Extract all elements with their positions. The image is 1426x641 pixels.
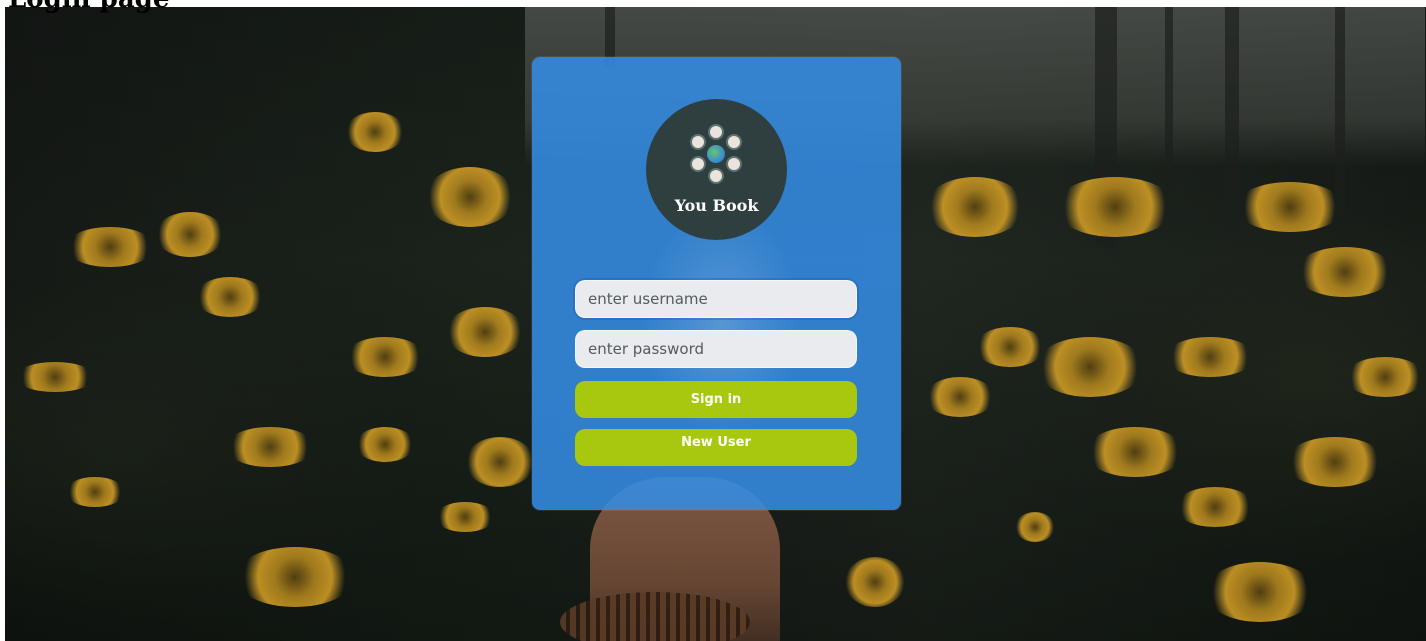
password-input[interactable] [575, 330, 857, 368]
background-flower [1345, 357, 1425, 397]
background-flower [1175, 487, 1255, 527]
background-flower [225, 427, 315, 467]
background-flower [1165, 337, 1255, 377]
page-title: Login page [8, 0, 169, 12]
background-flower [925, 377, 995, 417]
globe-icon [707, 145, 725, 163]
logo-text: You Book [674, 196, 759, 215]
avatar-icon [726, 156, 742, 172]
background-flower [1085, 427, 1185, 477]
avatar-icon [708, 124, 724, 140]
avatar-icon [726, 134, 742, 150]
background-flower [155, 212, 225, 257]
background-flower [845, 557, 905, 607]
background-flower [445, 307, 525, 357]
sign-in-button[interactable]: Sign in [575, 381, 857, 418]
background-flower [345, 337, 425, 377]
background-tree [1165, 7, 1173, 197]
background-flower [425, 167, 515, 227]
background-flower [1055, 177, 1175, 237]
background-flower [1015, 512, 1055, 542]
background-flower [1205, 562, 1315, 622]
avatar-icon [708, 168, 724, 184]
background-flower [235, 547, 355, 607]
new-user-button[interactable]: New User [575, 429, 857, 466]
avatar-icon [690, 134, 706, 150]
background-flower [435, 502, 495, 532]
login-card: You Book Sign in New User [532, 57, 901, 510]
background-flower [1285, 437, 1385, 487]
username-input[interactable] [575, 280, 857, 318]
background-flower [1295, 247, 1395, 297]
app-logo: You Book [646, 99, 787, 240]
background-flower [195, 277, 265, 317]
background-flower [65, 477, 125, 507]
background-flower [65, 227, 155, 267]
background-flower [1035, 337, 1145, 397]
avatar-icon [690, 156, 706, 172]
background-flower [15, 362, 95, 392]
background-flower [465, 437, 535, 487]
background-flower [975, 327, 1045, 367]
background-flower [1235, 182, 1345, 232]
background-tree [1335, 7, 1345, 217]
background-flower [345, 112, 405, 152]
people-globe-icon [686, 124, 746, 184]
background-flower [355, 427, 415, 462]
background-flower [925, 177, 1025, 237]
